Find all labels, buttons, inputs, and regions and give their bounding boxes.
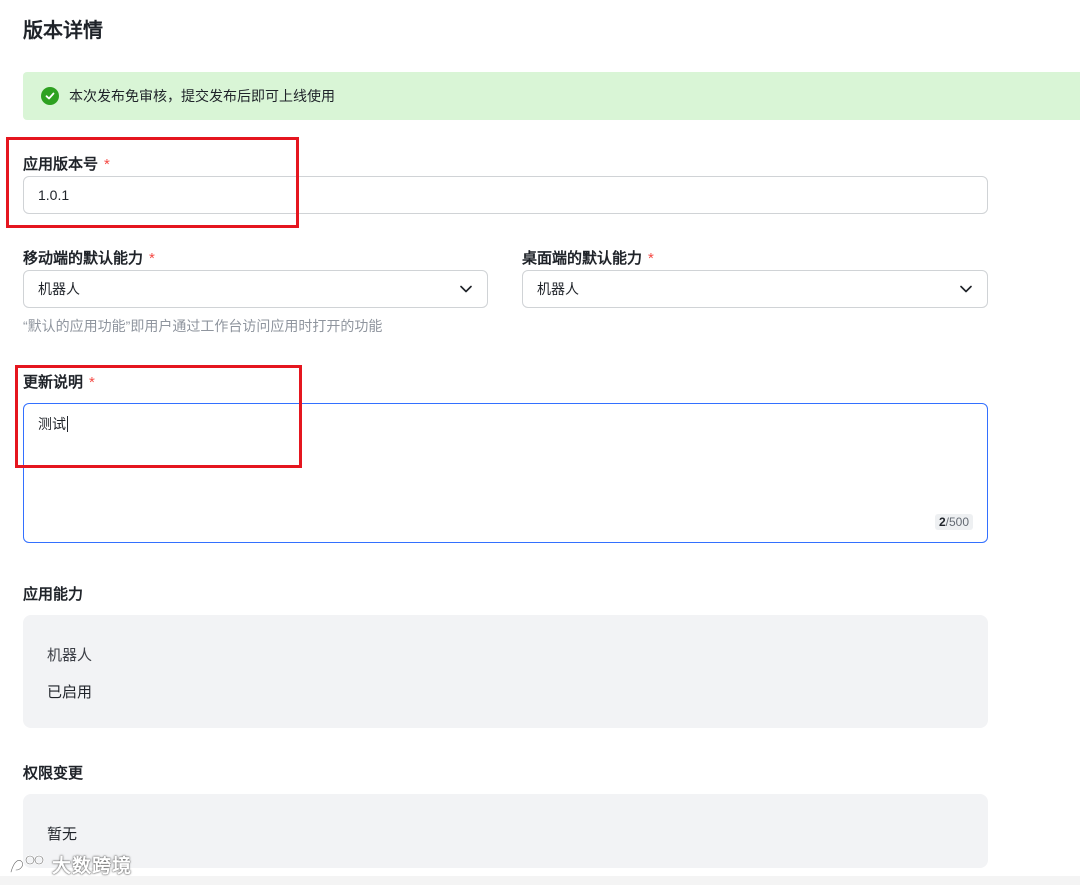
- update-notes-label: 更新说明 *: [23, 371, 95, 392]
- bottom-edge: [0, 876, 1080, 885]
- watermark-text: 大数跨境: [52, 856, 133, 877]
- version-input[interactable]: 1.0.1: [23, 176, 988, 214]
- char-count-current: 2: [938, 515, 946, 529]
- update-notes-value: 测试: [38, 416, 66, 432]
- required-mark: *: [104, 156, 110, 173]
- char-count-max: /500: [945, 515, 969, 529]
- watermark: 大数跨境: [8, 851, 132, 878]
- permissions-value: 暂无: [47, 826, 78, 843]
- mobile-default-label-text: 移动端的默认能力: [23, 250, 144, 267]
- capabilities-title: 应用能力: [23, 586, 84, 603]
- version-label: 应用版本号 *: [23, 153, 110, 174]
- desktop-default-select[interactable]: 机器人: [522, 270, 988, 308]
- capability-name: 机器人: [47, 647, 93, 664]
- desktop-default-label: 桌面端的默认能力 *: [522, 247, 654, 268]
- mobile-default-select[interactable]: 机器人: [23, 270, 488, 308]
- update-notes-label-text: 更新说明: [23, 374, 84, 391]
- check-circle-icon: [41, 87, 59, 105]
- text-caret: [67, 416, 68, 432]
- permissions-title: 权限变更: [23, 765, 84, 782]
- page-title: 版本详情: [23, 20, 103, 42]
- default-capability-helper: “默认的应用功能”即用户通过工作台访问应用时打开的功能: [23, 318, 383, 334]
- required-mark: *: [89, 374, 95, 391]
- mobile-default-label: 移动端的默认能力 *: [23, 247, 155, 268]
- version-value: 1.0.1: [38, 187, 70, 203]
- chevron-down-icon: [959, 282, 973, 296]
- version-label-text: 应用版本号: [23, 156, 99, 173]
- chevron-down-icon: [459, 282, 473, 296]
- watermark-logo-icon: [8, 853, 48, 877]
- capability-status: 已启用: [47, 684, 93, 701]
- notice-text: 本次发布免审核，提交发布后即可上线使用: [69, 88, 335, 104]
- desktop-default-value: 机器人: [537, 281, 579, 297]
- required-mark: *: [648, 250, 654, 267]
- char-counter: 2/500: [934, 514, 973, 530]
- permissions-panel: 暂无: [23, 794, 988, 868]
- mobile-default-value: 机器人: [38, 281, 80, 297]
- update-notes-textarea[interactable]: 测试 2/500: [23, 403, 988, 543]
- capabilities-panel: 机器人 已启用: [23, 615, 988, 728]
- notice-banner: 本次发布免审核，提交发布后即可上线使用: [23, 72, 1080, 120]
- required-mark: *: [149, 250, 155, 267]
- desktop-default-label-text: 桌面端的默认能力: [522, 250, 643, 267]
